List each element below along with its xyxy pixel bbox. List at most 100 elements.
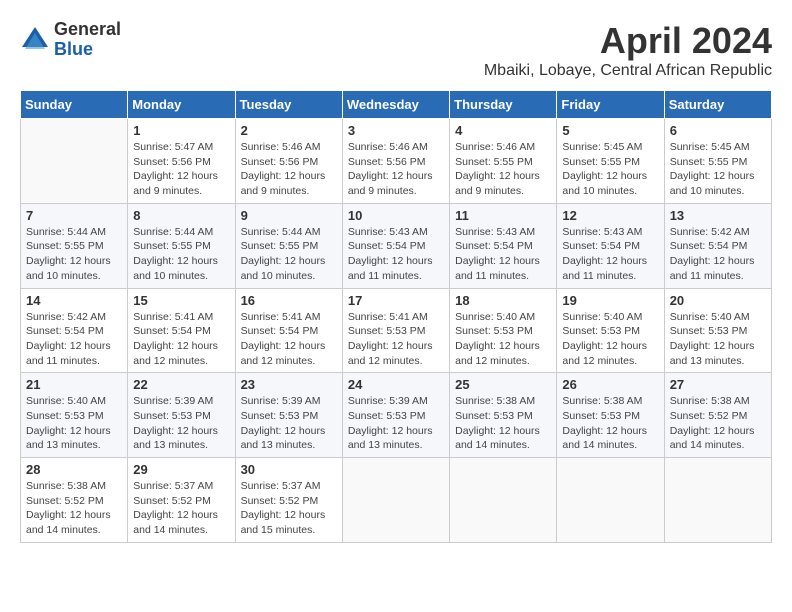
day-info: Sunrise: 5:44 AMSunset: 5:55 PMDaylight:…	[26, 225, 122, 284]
header-thursday: Thursday	[450, 91, 557, 119]
day-info: Sunrise: 5:38 AMSunset: 5:52 PMDaylight:…	[670, 394, 766, 453]
calendar-cell: 13 Sunrise: 5:42 AMSunset: 5:54 PMDayligh…	[664, 203, 771, 288]
day-info: Sunrise: 5:39 AMSunset: 5:53 PMDaylight:…	[241, 394, 337, 453]
day-number: 7	[26, 208, 122, 223]
month-title: April 2024	[484, 20, 772, 62]
calendar-cell: 19 Sunrise: 5:40 AMSunset: 5:53 PMDayligh…	[557, 288, 664, 373]
day-number: 25	[455, 377, 551, 392]
day-number: 3	[348, 123, 444, 138]
calendar-cell: 15 Sunrise: 5:41 AMSunset: 5:54 PMDayligh…	[128, 288, 235, 373]
day-info: Sunrise: 5:42 AMSunset: 5:54 PMDaylight:…	[26, 310, 122, 369]
day-info: Sunrise: 5:43 AMSunset: 5:54 PMDaylight:…	[562, 225, 658, 284]
day-number: 17	[348, 293, 444, 308]
calendar-cell: 12 Sunrise: 5:43 AMSunset: 5:54 PMDayligh…	[557, 203, 664, 288]
day-number: 13	[670, 208, 766, 223]
day-info: Sunrise: 5:38 AMSunset: 5:52 PMDaylight:…	[26, 479, 122, 538]
page-header: General Blue April 2024 Mbaiki, Lobaye, …	[20, 20, 772, 80]
day-info: Sunrise: 5:41 AMSunset: 5:53 PMDaylight:…	[348, 310, 444, 369]
calendar-cell: 25 Sunrise: 5:38 AMSunset: 5:53 PMDayligh…	[450, 373, 557, 458]
day-info: Sunrise: 5:45 AMSunset: 5:55 PMDaylight:…	[562, 140, 658, 199]
day-number: 29	[133, 462, 229, 477]
day-info: Sunrise: 5:41 AMSunset: 5:54 PMDaylight:…	[241, 310, 337, 369]
day-info: Sunrise: 5:46 AMSunset: 5:55 PMDaylight:…	[455, 140, 551, 199]
calendar-cell: 7 Sunrise: 5:44 AMSunset: 5:55 PMDaylight…	[21, 203, 128, 288]
day-info: Sunrise: 5:40 AMSunset: 5:53 PMDaylight:…	[670, 310, 766, 369]
day-info: Sunrise: 5:47 AMSunset: 5:56 PMDaylight:…	[133, 140, 229, 199]
day-number: 2	[241, 123, 337, 138]
calendar-cell: 30 Sunrise: 5:37 AMSunset: 5:52 PMDayligh…	[235, 458, 342, 543]
day-number: 6	[670, 123, 766, 138]
day-info: Sunrise: 5:38 AMSunset: 5:53 PMDaylight:…	[562, 394, 658, 453]
day-info: Sunrise: 5:38 AMSunset: 5:53 PMDaylight:…	[455, 394, 551, 453]
day-number: 14	[26, 293, 122, 308]
day-info: Sunrise: 5:40 AMSunset: 5:53 PMDaylight:…	[26, 394, 122, 453]
day-info: Sunrise: 5:43 AMSunset: 5:54 PMDaylight:…	[348, 225, 444, 284]
day-info: Sunrise: 5:37 AMSunset: 5:52 PMDaylight:…	[241, 479, 337, 538]
calendar-cell: 29 Sunrise: 5:37 AMSunset: 5:52 PMDayligh…	[128, 458, 235, 543]
day-info: Sunrise: 5:46 AMSunset: 5:56 PMDaylight:…	[241, 140, 337, 199]
day-info: Sunrise: 5:45 AMSunset: 5:55 PMDaylight:…	[670, 140, 766, 199]
day-number: 21	[26, 377, 122, 392]
location: Mbaiki, Lobaye, Central African Republic	[484, 62, 772, 80]
header-sunday: Sunday	[21, 91, 128, 119]
day-info: Sunrise: 5:37 AMSunset: 5:52 PMDaylight:…	[133, 479, 229, 538]
title-block: April 2024 Mbaiki, Lobaye, Central Afric…	[484, 20, 772, 80]
header-tuesday: Tuesday	[235, 91, 342, 119]
day-number: 26	[562, 377, 658, 392]
calendar-cell: 9 Sunrise: 5:44 AMSunset: 5:55 PMDaylight…	[235, 203, 342, 288]
week-row-2: 7 Sunrise: 5:44 AMSunset: 5:55 PMDaylight…	[21, 203, 772, 288]
calendar-cell	[450, 458, 557, 543]
day-number: 10	[348, 208, 444, 223]
day-info: Sunrise: 5:40 AMSunset: 5:53 PMDaylight:…	[562, 310, 658, 369]
calendar-cell: 23 Sunrise: 5:39 AMSunset: 5:53 PMDayligh…	[235, 373, 342, 458]
day-number: 15	[133, 293, 229, 308]
calendar-cell	[557, 458, 664, 543]
day-info: Sunrise: 5:44 AMSunset: 5:55 PMDaylight:…	[241, 225, 337, 284]
calendar-cell: 21 Sunrise: 5:40 AMSunset: 5:53 PMDayligh…	[21, 373, 128, 458]
day-info: Sunrise: 5:43 AMSunset: 5:54 PMDaylight:…	[455, 225, 551, 284]
calendar-cell: 10 Sunrise: 5:43 AMSunset: 5:54 PMDayligh…	[342, 203, 449, 288]
day-number: 9	[241, 208, 337, 223]
calendar-cell: 3Sunrise: 5:46 AMSunset: 5:56 PMDaylight…	[342, 119, 449, 204]
day-number: 19	[562, 293, 658, 308]
logo-blue: Blue	[54, 40, 121, 60]
header-monday: Monday	[128, 91, 235, 119]
day-number: 12	[562, 208, 658, 223]
logo-text: General Blue	[54, 20, 121, 60]
day-number: 22	[133, 377, 229, 392]
day-number: 5	[562, 123, 658, 138]
header-friday: Friday	[557, 91, 664, 119]
calendar-cell: 27 Sunrise: 5:38 AMSunset: 5:52 PMDayligh…	[664, 373, 771, 458]
logo-general: General	[54, 20, 121, 40]
calendar-cell: 18Sunrise: 5:40 AMSunset: 5:53 PMDayligh…	[450, 288, 557, 373]
logo-icon	[20, 25, 50, 55]
day-number: 20	[670, 293, 766, 308]
calendar-cell: 14 Sunrise: 5:42 AMSunset: 5:54 PMDayligh…	[21, 288, 128, 373]
week-row-4: 21 Sunrise: 5:40 AMSunset: 5:53 PMDayligh…	[21, 373, 772, 458]
day-number: 4	[455, 123, 551, 138]
week-row-1: 1Sunrise: 5:47 AMSunset: 5:56 PMDaylight…	[21, 119, 772, 204]
calendar-cell: 2 Sunrise: 5:46 AMSunset: 5:56 PMDaylight…	[235, 119, 342, 204]
calendar-cell: 1Sunrise: 5:47 AMSunset: 5:56 PMDaylight…	[128, 119, 235, 204]
day-number: 8	[133, 208, 229, 223]
day-info: Sunrise: 5:41 AMSunset: 5:54 PMDaylight:…	[133, 310, 229, 369]
header-wednesday: Wednesday	[342, 91, 449, 119]
calendar-cell	[21, 119, 128, 204]
week-row-5: 28Sunrise: 5:38 AMSunset: 5:52 PMDayligh…	[21, 458, 772, 543]
calendar-cell: 8Sunrise: 5:44 AMSunset: 5:55 PMDaylight…	[128, 203, 235, 288]
day-info: Sunrise: 5:42 AMSunset: 5:54 PMDaylight:…	[670, 225, 766, 284]
calendar-cell: 4 Sunrise: 5:46 AMSunset: 5:55 PMDaylight…	[450, 119, 557, 204]
day-number: 23	[241, 377, 337, 392]
day-number: 18	[455, 293, 551, 308]
calendar-cell: 20 Sunrise: 5:40 AMSunset: 5:53 PMDayligh…	[664, 288, 771, 373]
calendar-body: 1Sunrise: 5:47 AMSunset: 5:56 PMDaylight…	[21, 119, 772, 543]
logo: General Blue	[20, 20, 121, 60]
day-number: 11	[455, 208, 551, 223]
calendar-cell	[342, 458, 449, 543]
day-info: Sunrise: 5:39 AMSunset: 5:53 PMDaylight:…	[133, 394, 229, 453]
day-number: 30	[241, 462, 337, 477]
day-number: 27	[670, 377, 766, 392]
day-number: 16	[241, 293, 337, 308]
calendar-cell: 22 Sunrise: 5:39 AMSunset: 5:53 PMDayligh…	[128, 373, 235, 458]
calendar-cell: 6 Sunrise: 5:45 AMSunset: 5:55 PMDaylight…	[664, 119, 771, 204]
